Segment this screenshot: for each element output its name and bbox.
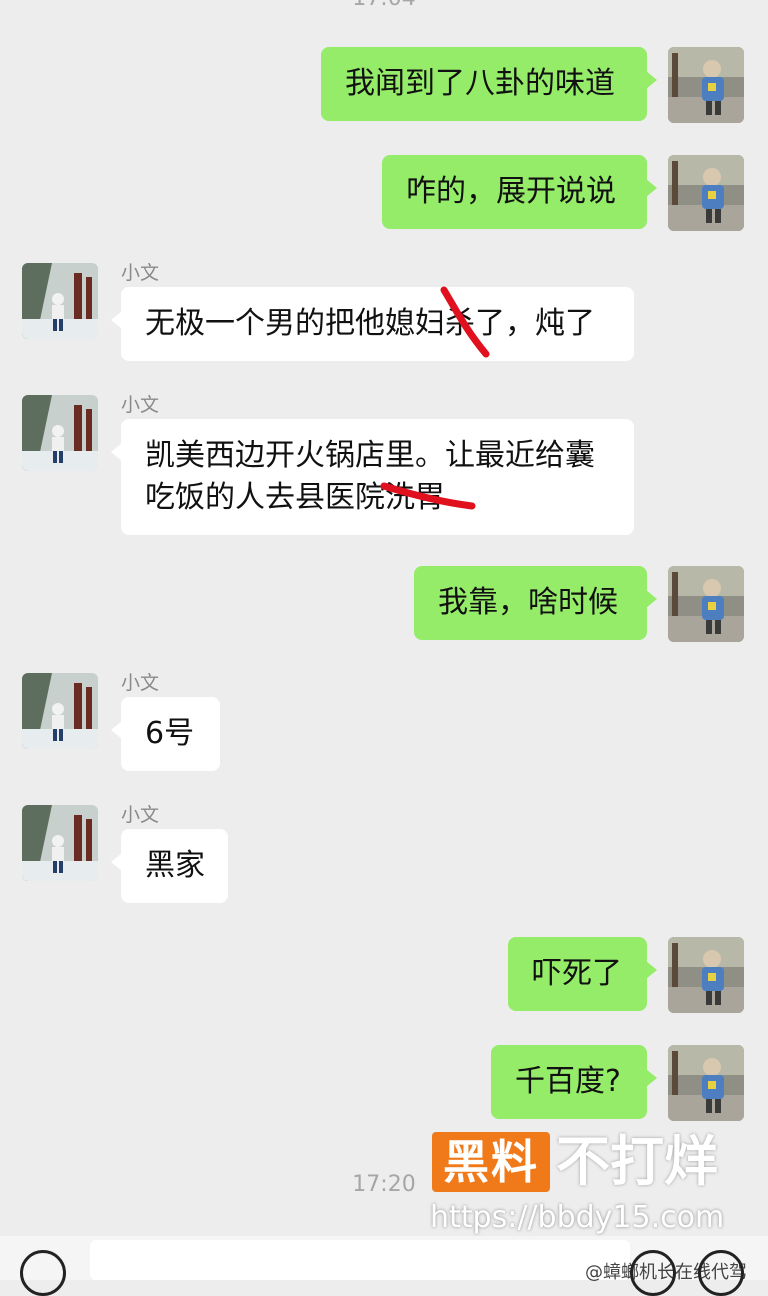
- message-bubble[interactable]: 黑家: [111, 829, 228, 903]
- message-bubble[interactable]: 我靠，啥时候: [414, 566, 657, 640]
- watermark-url: https://bbdy15.com: [430, 1200, 725, 1235]
- message-input[interactable]: [90, 1240, 630, 1280]
- message-bubble[interactable]: 千百度?: [491, 1045, 657, 1119]
- voice-icon[interactable]: [20, 1250, 66, 1296]
- contact-avatar[interactable]: [22, 805, 98, 881]
- my-avatar[interactable]: [668, 47, 744, 123]
- message-bubble[interactable]: 我闻到了八卦的味道: [321, 47, 657, 121]
- emoji-icon[interactable]: [630, 1250, 676, 1296]
- contact-avatar[interactable]: [22, 263, 98, 339]
- my-avatar[interactable]: [668, 155, 744, 231]
- sender-name: 小文: [121, 672, 160, 694]
- message-bubble[interactable]: 6号: [111, 697, 220, 771]
- sender-name: 小文: [121, 394, 160, 416]
- my-avatar[interactable]: [668, 937, 744, 1013]
- message-text: 无极一个男的把他媳妇杀了，炖了: [145, 306, 595, 341]
- message-text: 吓死了: [532, 956, 622, 991]
- message-text-line-2: 吃饭的人去县医院洗胃: [145, 480, 445, 515]
- message-text: 黑家: [145, 848, 205, 883]
- message-bubble[interactable]: 凯美西边开火锅店里。让最近给囊 吃饭的人去县医院洗胃: [111, 419, 634, 535]
- message-bubble[interactable]: 无极一个男的把他媳妇杀了，炖了: [111, 287, 634, 361]
- message-text: 我靠，啥时候: [438, 585, 618, 620]
- message-text-line-1: 凯美西边开火锅店里。让最近给囊: [145, 438, 595, 473]
- contact-avatar[interactable]: [22, 673, 98, 749]
- message-text: 我闻到了八卦的味道: [345, 66, 615, 101]
- sender-name: 小文: [121, 262, 160, 284]
- watermark-badge: 黑料: [432, 1132, 550, 1192]
- message-text: 千百度?: [515, 1064, 621, 1099]
- message-text: 6号: [145, 716, 195, 751]
- sender-name: 小文: [121, 804, 160, 826]
- message-bubble[interactable]: 吓死了: [508, 937, 657, 1011]
- redaction-mark: [380, 482, 476, 510]
- plus-icon[interactable]: [698, 1250, 744, 1296]
- redaction-mark: [440, 286, 490, 358]
- my-avatar[interactable]: [668, 566, 744, 642]
- contact-avatar[interactable]: [22, 395, 98, 471]
- timestamp-top: 17:04: [0, 0, 768, 11]
- watermark-title: 不打烊: [556, 1130, 718, 1193]
- message-bubble[interactable]: 咋的，展开说说: [382, 155, 657, 229]
- my-avatar[interactable]: [668, 1045, 744, 1121]
- message-text: 咋的，展开说说: [406, 174, 616, 209]
